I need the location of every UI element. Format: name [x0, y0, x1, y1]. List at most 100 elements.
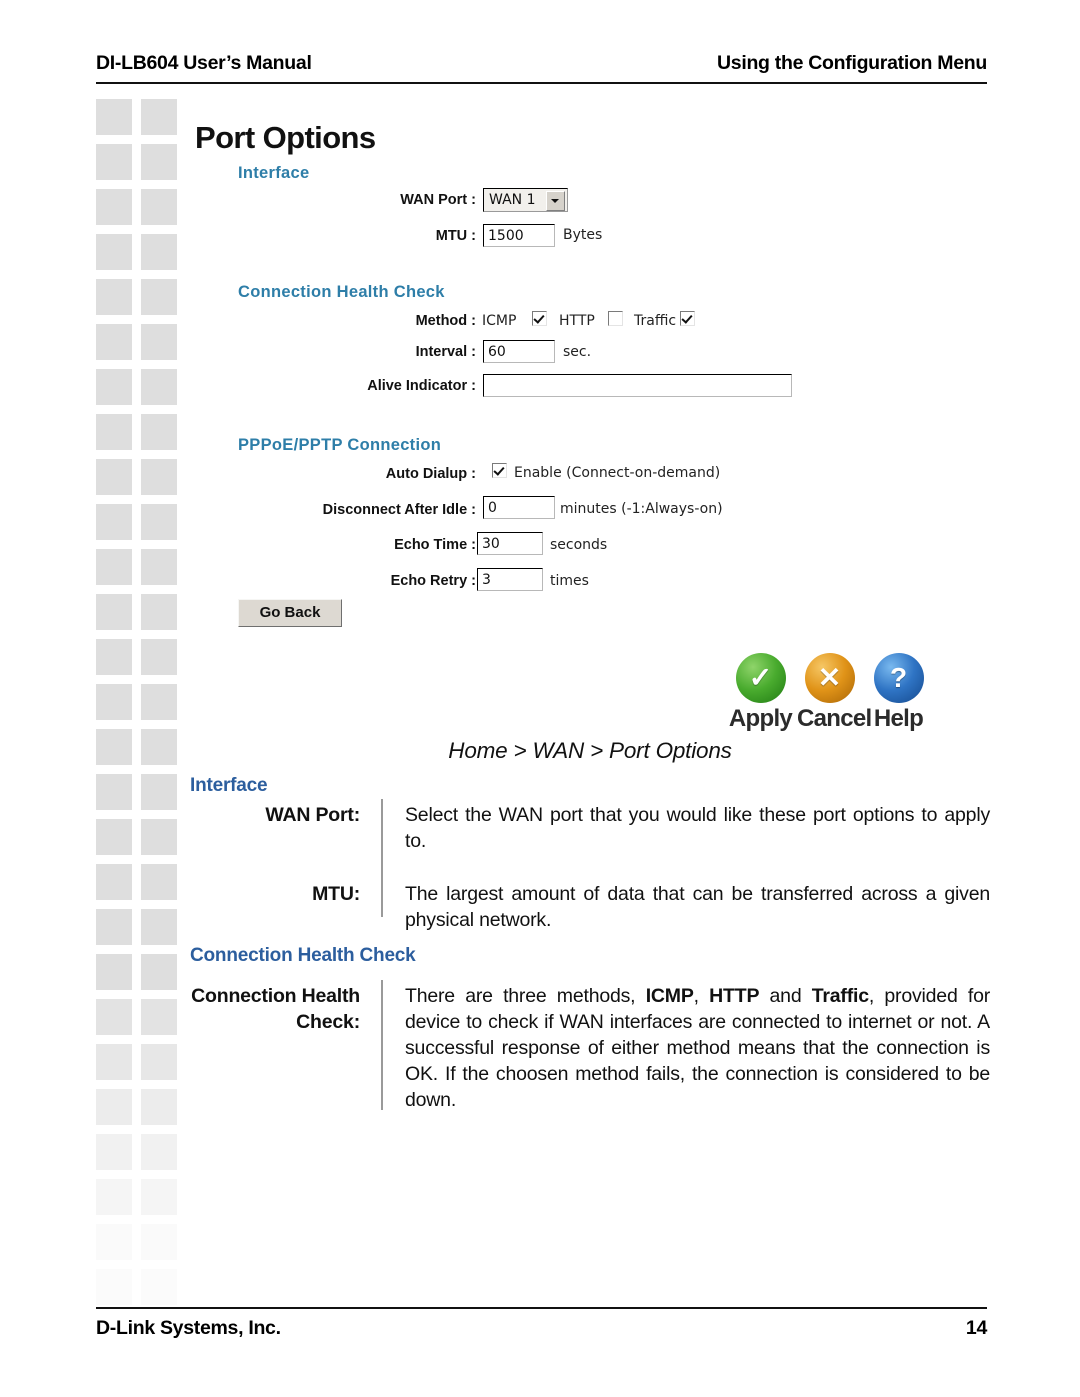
decorative-square: [141, 954, 177, 990]
decorative-square: [141, 324, 177, 360]
doc-heading-interface: Interface: [190, 775, 268, 796]
interval-label: Interval :: [415, 344, 476, 360]
breadcrumb: Home > WAN > Port Options: [448, 738, 732, 763]
decorative-square: [96, 729, 132, 765]
decorative-square: [141, 864, 177, 900]
page-number: 14: [965, 1317, 987, 1339]
health-desc-http: HTTP: [709, 985, 760, 1007]
go-back-button[interactable]: Go Back: [238, 599, 342, 627]
check-glyph: ✓: [748, 662, 773, 693]
wan-port-label: WAN Port :: [400, 192, 476, 208]
decorative-square: [141, 729, 177, 765]
help-label: Help: [873, 705, 924, 732]
decorative-square: [96, 189, 132, 225]
method-traffic-checkbox[interactable]: [680, 311, 695, 326]
decorative-square: [96, 549, 132, 585]
decorative-square: [141, 999, 177, 1035]
disconnect-after-idle-label: Disconnect After Idle :: [322, 502, 476, 518]
question-glyph: ?: [889, 662, 908, 693]
decorative-square: [96, 954, 132, 990]
decorative-square: [141, 819, 177, 855]
disconnect-after-idle-unit-label: minutes (-1:Always-on): [560, 501, 723, 517]
x-glyph: ✕: [817, 662, 842, 693]
decorative-square: [96, 369, 132, 405]
health-desc-traffic: Traffic: [811, 985, 869, 1007]
decorative-square: [96, 639, 132, 675]
doc-term-health-check: Connection Health Check:: [190, 983, 360, 1035]
decorative-square: [141, 99, 177, 135]
manual-title: DI-LB604 User’s Manual: [96, 52, 312, 74]
echo-time-input[interactable]: 30: [477, 532, 543, 555]
alive-indicator-input[interactable]: [483, 374, 792, 397]
mtu-label: MTU :: [435, 228, 476, 244]
disconnect-after-idle-input[interactable]: 0: [483, 496, 555, 519]
interval-input[interactable]: 60: [483, 340, 555, 363]
health-desc-icmp: ICMP: [645, 985, 694, 1007]
decorative-square: [96, 1089, 132, 1125]
doc-term-mtu: MTU:: [312, 883, 360, 905]
decorative-square: [96, 504, 132, 540]
chapter-title: Using the Configuration Menu: [717, 52, 987, 74]
method-icmp-checkbox[interactable]: [532, 311, 547, 326]
cancel-button[interactable]: ✕ Cancel: [797, 653, 872, 733]
decorative-square: [96, 999, 132, 1035]
auto-dialup-text: Enable (Connect-on-demand): [514, 465, 721, 481]
doc-desc-health-check: There are three methods, ICMP, HTTP and …: [405, 983, 990, 1113]
decorative-square: [141, 234, 177, 270]
decorative-square: [141, 1269, 177, 1305]
decorative-square: [96, 324, 132, 360]
decorative-square: [141, 594, 177, 630]
decorative-square: [96, 414, 132, 450]
cancel-label: Cancel: [797, 705, 872, 732]
decorative-square: [96, 864, 132, 900]
echo-time-label: Echo Time :: [394, 537, 476, 553]
doc-divider-health-check: [381, 980, 383, 1110]
mtu-unit-label: Bytes: [563, 227, 603, 243]
decorative-square: [96, 1134, 132, 1170]
doc-heading-health-check: Connection Health Check: [190, 945, 416, 966]
decorative-square: [96, 774, 132, 810]
decorative-square: [141, 189, 177, 225]
alive-indicator-label: Alive Indicator :: [367, 378, 476, 394]
decorative-square: [141, 774, 177, 810]
doc-desc-mtu: The largest amount of data that can be t…: [405, 883, 990, 931]
footer-divider: [96, 1307, 987, 1309]
action-button-cluster: ✓ Apply ✕ Cancel ? Help: [728, 653, 933, 739]
decorative-square: [96, 99, 132, 135]
decorative-square: [141, 144, 177, 180]
page-footer: D-Link Systems, Inc. 14: [96, 1307, 987, 1347]
decorative-square: [141, 1224, 177, 1260]
decorative-square: [141, 639, 177, 675]
echo-retry-label: Echo Retry :: [390, 573, 476, 589]
help-button[interactable]: ? Help: [866, 653, 931, 733]
question-circle-icon: ?: [873, 653, 924, 703]
doc-divider-interface: [381, 799, 383, 917]
decorative-square: [141, 1134, 177, 1170]
echo-retry-input[interactable]: 3: [477, 568, 543, 591]
decorative-square: [141, 369, 177, 405]
wan-port-select[interactable]: WAN 1: [483, 188, 568, 212]
interval-unit-label: sec.: [563, 344, 592, 360]
footer-company: D-Link Systems, Inc.: [96, 1317, 281, 1339]
method-label: Method :: [415, 313, 476, 329]
decorative-square: [96, 459, 132, 495]
health-desc-pre: There are three methods,: [405, 985, 646, 1007]
apply-label: Apply: [728, 705, 793, 732]
apply-button[interactable]: ✓ Apply: [728, 653, 793, 733]
method-traffic-label: Traffic: [634, 313, 677, 329]
decorative-square: [96, 1044, 132, 1080]
decorative-square: [141, 549, 177, 585]
page-header: DI-LB604 User’s Manual Using the Configu…: [96, 52, 987, 86]
method-http-checkbox[interactable]: [608, 311, 623, 326]
decorative-square: [141, 1044, 177, 1080]
doc-desc-wan-port: Select the WAN port that you would like …: [405, 804, 990, 852]
section-heading-interface: Interface: [238, 164, 310, 182]
router-config-screenshot: Port Options Interface WAN Port : WAN 1 …: [190, 108, 990, 748]
section-heading-health-check: Connection Health Check: [238, 283, 445, 301]
auto-dialup-checkbox[interactable]: [492, 463, 507, 478]
chevron-down-icon[interactable]: [546, 191, 565, 211]
mtu-input[interactable]: 1500: [483, 224, 555, 247]
auto-dialup-label: Auto Dialup :: [385, 466, 476, 482]
decorative-square: [96, 144, 132, 180]
method-http-label: HTTP: [559, 313, 595, 329]
